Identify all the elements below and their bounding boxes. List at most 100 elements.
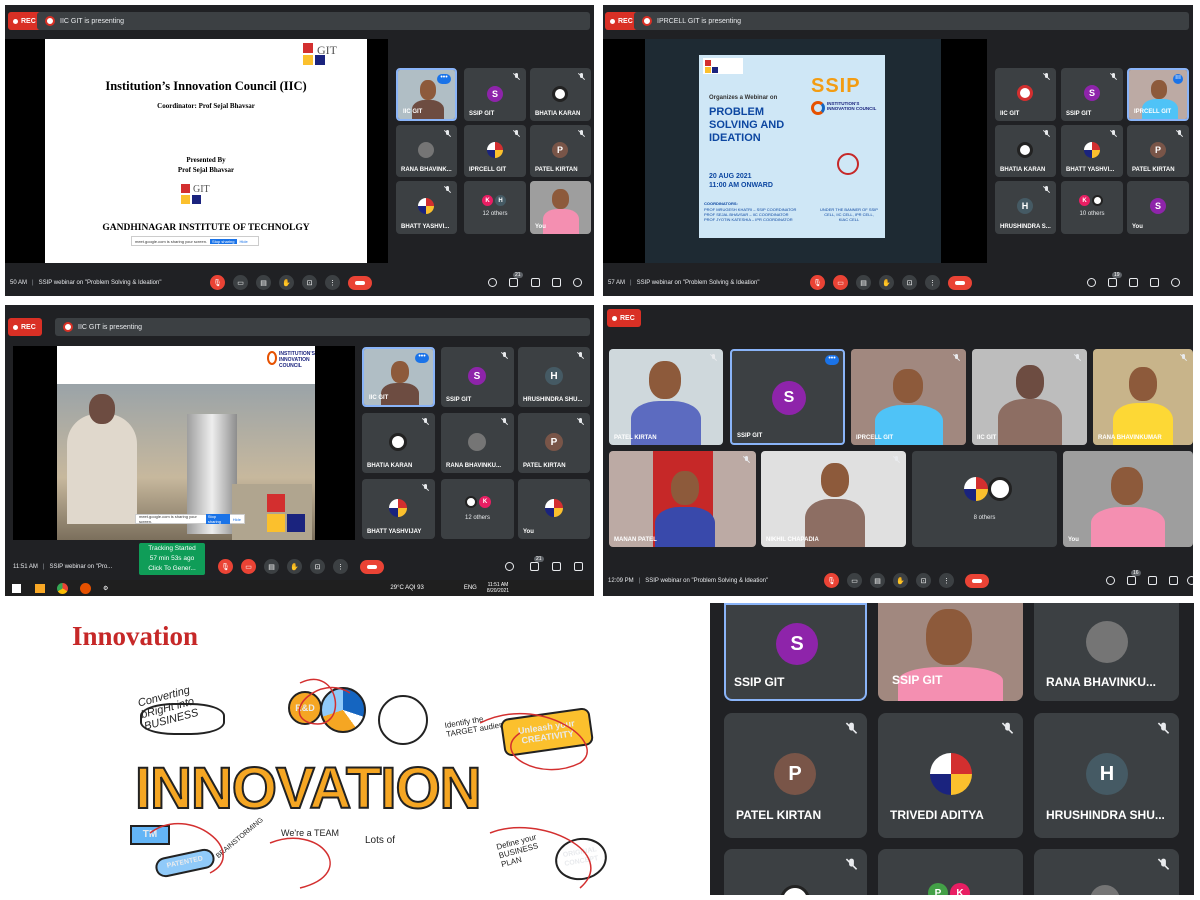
participant-tile-others[interactable]: 8 others (912, 451, 1057, 547)
chat-icon[interactable] (1148, 576, 1157, 585)
participant-tile-you[interactable]: S You (1127, 181, 1189, 234)
camera-toggle-icon[interactable]: ▭ (241, 559, 256, 574)
activities-icon[interactable] (574, 562, 583, 571)
camera-toggle-icon[interactable]: ▭ (233, 275, 248, 290)
firefox-icon[interactable] (80, 582, 91, 594)
more-options-icon[interactable]: ••• (825, 355, 839, 365)
people-icon[interactable] (1127, 576, 1136, 585)
participant-tile-others[interactable]: K 10 others (1061, 181, 1123, 234)
captions-icon[interactable]: ▤ (856, 275, 871, 290)
participant-tile-partial-3[interactable] (1034, 849, 1179, 895)
participant-tile-rana[interactable]: RANA BHAVINKU... (441, 413, 514, 473)
participant-tile-hrushindra[interactable]: H HRUSHINDRA SHU... (518, 347, 590, 407)
windows-start-icon[interactable] (12, 583, 21, 593)
host-controls-icon[interactable] (1187, 576, 1193, 585)
captions-icon[interactable]: ▤ (264, 559, 279, 574)
stop-sharing-button[interactable]: Stop sharing (210, 238, 237, 244)
leave-call-button[interactable] (948, 276, 972, 290)
file-explorer-icon[interactable] (35, 583, 45, 593)
participant-tile-trivedi-aditya[interactable]: TRIVEDI ADITYA (878, 713, 1023, 838)
participant-tile-others[interactable]: K H 12 others (464, 181, 526, 234)
participant-tile-iic-git[interactable]: ••• IIC GIT (362, 347, 435, 407)
participant-tile-rana[interactable]: RANA BHAVINKU... (1034, 603, 1179, 701)
mic-toggle-icon[interactable]: 🎙 (824, 573, 839, 588)
people-icon[interactable] (530, 562, 539, 571)
participant-tile-iic-git[interactable]: IIC GIT (995, 68, 1056, 121)
participant-tile-you[interactable]: You (518, 479, 590, 539)
raise-hand-icon[interactable]: ✋ (279, 275, 294, 290)
present-icon[interactable]: ⊡ (302, 275, 317, 290)
more-options-icon[interactable]: ••• (415, 353, 429, 363)
participant-tile-patel-kirtan[interactable]: P PATEL KIRTAN (518, 413, 590, 473)
participant-tile-hrushindra[interactable]: H HRUSHINDRA S... (995, 181, 1056, 234)
info-icon[interactable] (1106, 576, 1115, 585)
more-icon[interactable]: ⋮ (333, 559, 348, 574)
participant-tile-ssip-git[interactable]: S SSIP GIT (1061, 68, 1123, 121)
host-controls-icon[interactable] (573, 278, 582, 287)
activities-icon[interactable] (1150, 278, 1159, 287)
participant-tile-manan-patel[interactable]: MANAN PATEL (609, 451, 756, 547)
participant-tile-rana-bhavinkumar[interactable]: RANA BHAVINKUMAR (1093, 349, 1193, 445)
stop-sharing-button[interactable]: Stop sharing (205, 514, 230, 524)
mic-toggle-icon[interactable]: 🎙 (218, 559, 233, 574)
participant-tile-you[interactable]: You (530, 181, 591, 234)
info-icon[interactable] (505, 562, 514, 571)
hide-button[interactable]: Hide (233, 517, 241, 522)
present-icon[interactable]: ⊡ (902, 275, 917, 290)
present-icon[interactable]: ⊡ (916, 573, 931, 588)
participant-tile-ssip-git[interactable]: S ••• SSIP GIT (730, 349, 845, 445)
participant-tile-bhatt-yashvi[interactable]: BHATT YASHVI... (396, 181, 457, 234)
present-icon[interactable]: ⊡ (310, 559, 325, 574)
more-options-icon[interactable]: ••• (437, 74, 451, 84)
participant-tile-rana[interactable]: RANA BHAVINK... (396, 125, 457, 177)
captions-icon[interactable]: ▤ (256, 275, 271, 290)
participant-tile-ssip-git[interactable]: S SSIP GIT (464, 68, 526, 121)
participant-tile-ssip-git[interactable]: S SSIP GIT (441, 347, 514, 407)
participant-tile-partial-1[interactable] (724, 849, 867, 895)
participant-tile-bhatia-karan[interactable]: BHATIA KARAN (530, 68, 591, 121)
participant-tile-patel-kirtan[interactable]: P PATEL KIRTAN (1127, 125, 1189, 177)
leave-call-button[interactable] (360, 560, 384, 574)
raise-hand-icon[interactable]: ✋ (893, 573, 908, 588)
participant-tile-nikhil-chapadia[interactable]: NIKHIL CHAPADIA (761, 451, 906, 547)
participant-tile-patel-kirtan[interactable]: P PATEL KIRTAN (530, 125, 591, 177)
camera-toggle-icon[interactable]: ▭ (847, 573, 862, 588)
language-indicator[interactable]: ENG (464, 585, 477, 591)
participant-tile-iic-git[interactable]: IIC GIT (972, 349, 1087, 445)
more-icon[interactable]: ⋮ (325, 275, 340, 290)
participant-tile-patel-kirtan[interactable]: P PATEL KIRTAN (724, 713, 867, 838)
system-clock[interactable]: 11:51 AM 8/20/2021 (487, 582, 509, 594)
participant-tile-ssip-git-camera[interactable]: SSIP GIT (878, 603, 1023, 701)
weather-readout[interactable]: 29°C AQI 93 (390, 585, 423, 591)
raise-hand-icon[interactable]: ✋ (879, 275, 894, 290)
participant-tile-ssip-git[interactable]: S SSIP GIT (724, 603, 867, 701)
participant-tile-bhatt-yashvi[interactable]: BHATT YASHVI... (1061, 125, 1123, 177)
info-icon[interactable] (1087, 278, 1096, 287)
leave-call-button[interactable] (965, 574, 989, 588)
participant-tile-iprcell-git[interactable]: IPRCELL GIT (851, 349, 966, 445)
leave-call-button[interactable] (348, 276, 372, 290)
participant-tile-you[interactable]: You (1063, 451, 1193, 547)
chat-icon[interactable] (531, 278, 540, 287)
camera-toggle-icon[interactable]: ▭ (833, 275, 848, 290)
more-icon[interactable]: ⋮ (939, 573, 954, 588)
activities-icon[interactable] (552, 278, 561, 287)
more-icon[interactable]: ⋮ (925, 275, 940, 290)
people-icon[interactable] (1108, 278, 1117, 287)
raise-hand-icon[interactable]: ✋ (287, 559, 302, 574)
mic-toggle-icon[interactable]: 🎙 (810, 275, 825, 290)
settings-gear-icon[interactable]: ⚙ (103, 585, 108, 592)
participant-tile-bhatia-karan[interactable]: BHATIA KARAN (362, 413, 435, 473)
mic-toggle-icon[interactable]: 🎙 (210, 275, 225, 290)
participant-tile-iic-git[interactable]: ••• IIC GIT (396, 68, 457, 121)
participant-tile-patel-kirtan[interactable]: PATEL KIRTAN (609, 349, 723, 445)
participant-tile-bhatia-karan[interactable]: BHATIA KARAN (995, 125, 1056, 177)
hide-button[interactable]: Hide (240, 239, 248, 244)
activities-icon[interactable] (1169, 576, 1178, 585)
participant-tile-others[interactable]: K 12 others (441, 479, 514, 539)
info-icon[interactable] (488, 278, 497, 287)
participant-tile-hrushindra[interactable]: H HRUSHINDRA SHU... (1034, 713, 1179, 838)
tracking-widget[interactable]: Tracking Started 57 min 53s ago Click To… (139, 543, 205, 575)
participant-tile-partial-2[interactable]: P K (878, 849, 1023, 895)
captions-icon[interactable]: ▤ (870, 573, 885, 588)
